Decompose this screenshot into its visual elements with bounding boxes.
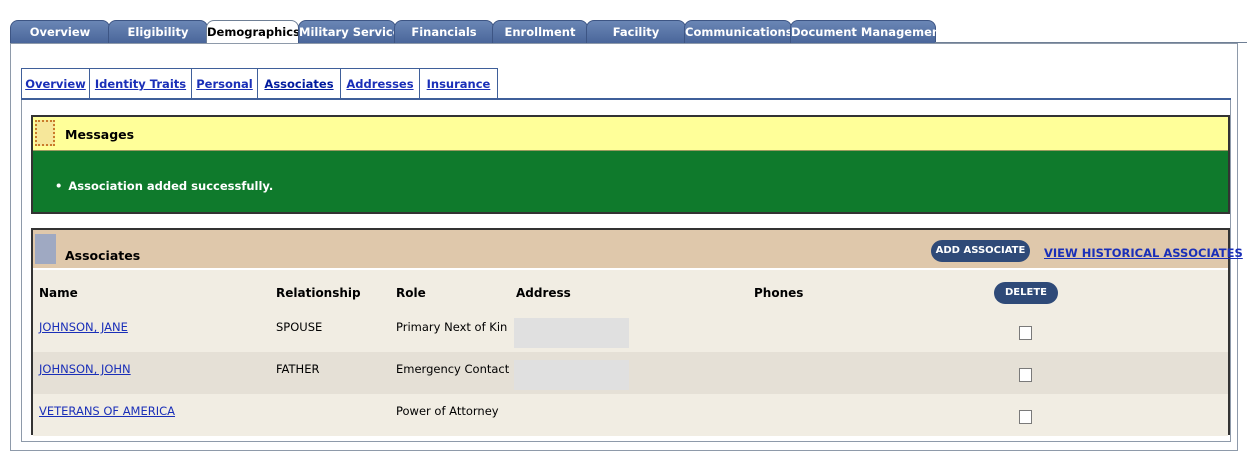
message-text: Association added successfully. xyxy=(68,179,274,193)
associate-role: Power of Attorney xyxy=(396,404,499,418)
associate-name-link[interactable]: JOHNSON, JANE xyxy=(39,320,128,334)
section-marker xyxy=(35,234,56,264)
tab-financials[interactable]: Financials xyxy=(394,20,494,43)
subtab-personal[interactable]: Personal xyxy=(191,68,258,99)
subtab-addresses[interactable]: Addresses xyxy=(340,68,420,99)
associate-name-link[interactable]: JOHNSON, JOHN xyxy=(39,362,131,376)
associate-address xyxy=(514,318,629,348)
bullet-icon: • xyxy=(55,179,63,193)
delete-checkbox[interactable] xyxy=(1019,368,1032,382)
associates-header: Associates ADD ASSOCIATE VIEW HISTORICAL… xyxy=(33,230,1243,270)
messages-header: Messages xyxy=(33,117,1228,151)
subtab-identity-traits[interactable]: Identity Traits xyxy=(89,68,192,99)
column-header-relationship: Relationship xyxy=(276,286,361,300)
column-header-name: Name xyxy=(39,286,78,300)
column-header-role: Role xyxy=(396,286,426,300)
table-row: VETERANS OF AMERICA Power of Attorney xyxy=(33,394,1228,436)
associate-role: Emergency Contact xyxy=(396,362,510,376)
sub-tab-divider xyxy=(21,98,1231,100)
column-header-address: Address xyxy=(516,286,571,300)
delete-checkbox[interactable] xyxy=(1019,326,1032,340)
messages-title: Messages xyxy=(65,127,135,142)
tab-eligibility[interactable]: Eligibility xyxy=(108,20,208,43)
associate-name-link[interactable]: VETERANS OF AMERICA xyxy=(39,404,175,418)
table-row: JOHNSON, JOHN FATHER Emergency Contact xyxy=(33,352,1228,394)
tab-facility[interactable]: Facility xyxy=(586,20,686,43)
column-header-phones: Phones xyxy=(754,286,804,300)
tab-overview[interactable]: Overview xyxy=(10,20,110,43)
table-row: JOHNSON, JANE SPOUSE Primary Next of Kin xyxy=(33,310,1228,352)
subtab-insurance[interactable]: Insurance xyxy=(419,68,498,99)
tab-military-service[interactable]: Military Service xyxy=(298,20,401,43)
subtab-overview[interactable]: Overview xyxy=(21,68,90,99)
associate-relationship: SPOUSE xyxy=(276,320,323,334)
associates-panel: Associates ADD ASSOCIATE VIEW HISTORICAL… xyxy=(31,228,1243,436)
tab-document-management[interactable]: Document Management xyxy=(790,20,946,43)
associate-relationship: FATHER xyxy=(276,362,320,376)
tab-demographics[interactable]: Demographics xyxy=(206,20,300,44)
messages-panel: Messages • Association added successfully… xyxy=(31,115,1230,214)
add-associate-button[interactable]: ADD ASSOCIATE xyxy=(931,240,1030,262)
associates-title: Associates xyxy=(65,248,141,263)
delete-checkbox[interactable] xyxy=(1019,410,1032,424)
associate-role: Primary Next of Kin xyxy=(396,320,508,334)
tab-enrollment[interactable]: Enrollment xyxy=(492,20,588,43)
top-tab-bar: Overview Eligibility Demographics Milita… xyxy=(10,20,1247,44)
delete-button[interactable]: DELETE xyxy=(994,282,1058,304)
view-historical-associates-link[interactable]: VIEW HISTORICAL ASSOCIATES xyxy=(1044,246,1243,260)
subtab-associates[interactable]: Associates xyxy=(257,68,341,99)
message-item: • Association added successfully. xyxy=(33,179,1228,193)
tab-communications[interactable]: Communications xyxy=(684,20,793,43)
associate-address xyxy=(514,360,629,390)
message-icon xyxy=(35,120,55,146)
